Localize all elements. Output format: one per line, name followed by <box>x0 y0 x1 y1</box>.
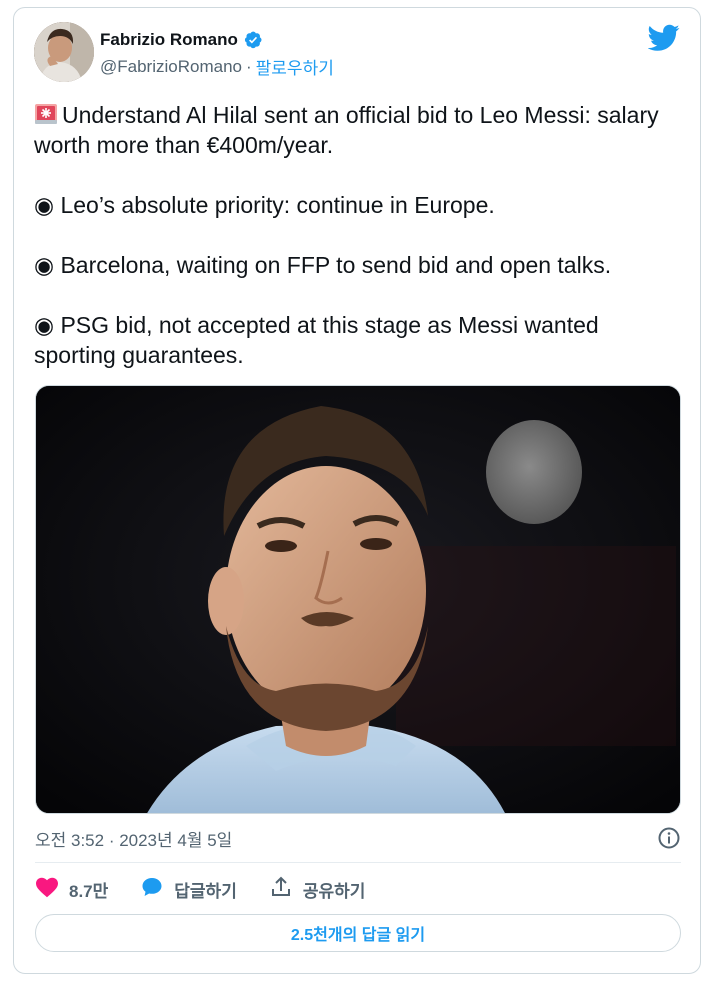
read-replies-button[interactable]: 2.5천개의 답글 읽기 <box>35 914 681 952</box>
messi-portrait-image <box>36 386 680 813</box>
info-icon[interactable] <box>657 826 681 850</box>
reply-button[interactable]: 답글하기 <box>140 875 237 904</box>
rotating-light-icon <box>34 102 58 126</box>
author-display-name[interactable]: Fabrizio Romano <box>100 30 238 50</box>
tweet-text: Understand Al Hilal sent an official bid… <box>34 100 684 370</box>
tweet-line-4: ◉ PSG bid, not accepted at this stage as… <box>34 312 599 368</box>
action-bar: 8.7만 답글하기 공유하기 <box>35 874 365 904</box>
separator-dot: · <box>245 56 252 76</box>
share-button[interactable]: 공유하기 <box>269 875 366 904</box>
tweet-line-3: ◉ Barcelona, waiting on FFP to send bid … <box>34 252 612 278</box>
divider <box>35 862 681 863</box>
share-label: 공유하기 <box>302 881 366 901</box>
tweet-line-1-text: Understand Al Hilal sent an official bid… <box>34 102 659 158</box>
speech-bubble-icon <box>140 875 164 904</box>
share-upload-icon <box>269 875 293 904</box>
like-button[interactable]: 8.7만 <box>35 876 108 903</box>
author-avatar[interactable] <box>34 22 94 82</box>
heart-icon <box>35 876 59 903</box>
avatar-image <box>34 22 94 82</box>
tweet-line-2: ◉ Leo’s absolute priority: continue in E… <box>34 192 495 218</box>
twitter-bird-icon[interactable] <box>647 24 680 52</box>
reply-label: 답글하기 <box>174 881 237 901</box>
verified-badge-icon <box>243 30 263 50</box>
tweet-timestamp[interactable]: 오전 3:52 · 2023년 4월 5일 <box>35 826 232 851</box>
follow-button[interactable]: 팔로우하기 <box>256 54 334 79</box>
tweet-photo[interactable] <box>35 385 681 814</box>
author-handle[interactable]: @FabrizioRomano <box>100 57 242 77</box>
tweet-card: Fabrizio Romano @FabrizioRomano · 팔로우하기 … <box>13 7 701 974</box>
tweet-line-1: Understand Al Hilal sent an official bid… <box>34 100 684 160</box>
like-count: 8.7만 <box>69 881 109 901</box>
